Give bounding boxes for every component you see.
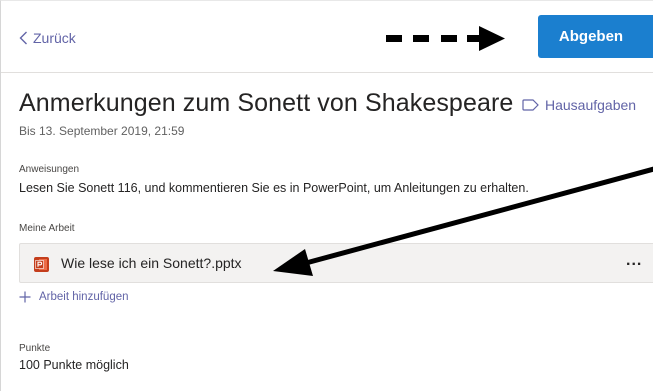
back-link[interactable]: Zurück: [19, 30, 76, 46]
category-label: Hausaufgaben: [545, 97, 637, 113]
plus-icon: [19, 291, 31, 303]
my-work-heading: Meine Arbeit: [19, 223, 75, 234]
tag-icon: [522, 99, 539, 111]
attached-file[interactable]: Wie lese ich ein Sonett?.pptx ...: [19, 243, 653, 283]
add-work-label: Arbeit hinzufügen: [39, 291, 129, 303]
top-bar: Zurück Abgeben: [1, 1, 653, 73]
chevron-left-icon: [19, 31, 27, 45]
assignment-window: Zurück Abgeben Anmerkungen zum Sonett vo…: [0, 0, 653, 391]
more-options-button[interactable]: ...: [626, 252, 642, 270]
points-text: 100 Punkte möglich: [19, 358, 129, 372]
category-tag[interactable]: Hausaufgaben: [522, 97, 636, 113]
submit-button[interactable]: Abgeben: [538, 15, 653, 58]
points-heading: Punkte: [19, 343, 51, 354]
add-work-button[interactable]: Arbeit hinzufügen: [19, 291, 129, 303]
due-date: Bis 13. September 2019, 21:59: [19, 124, 185, 138]
file-name: Wie lese ich ein Sonett?.pptx: [61, 255, 242, 271]
back-label: Zurück: [33, 30, 76, 46]
instructions-text: Lesen Sie Sonett 116, und kommentieren S…: [19, 181, 529, 195]
powerpoint-icon: [34, 257, 49, 272]
instructions-heading: Anweisungen: [19, 164, 80, 175]
page-title: Anmerkungen zum Sonett von Shakespeare: [19, 89, 514, 117]
